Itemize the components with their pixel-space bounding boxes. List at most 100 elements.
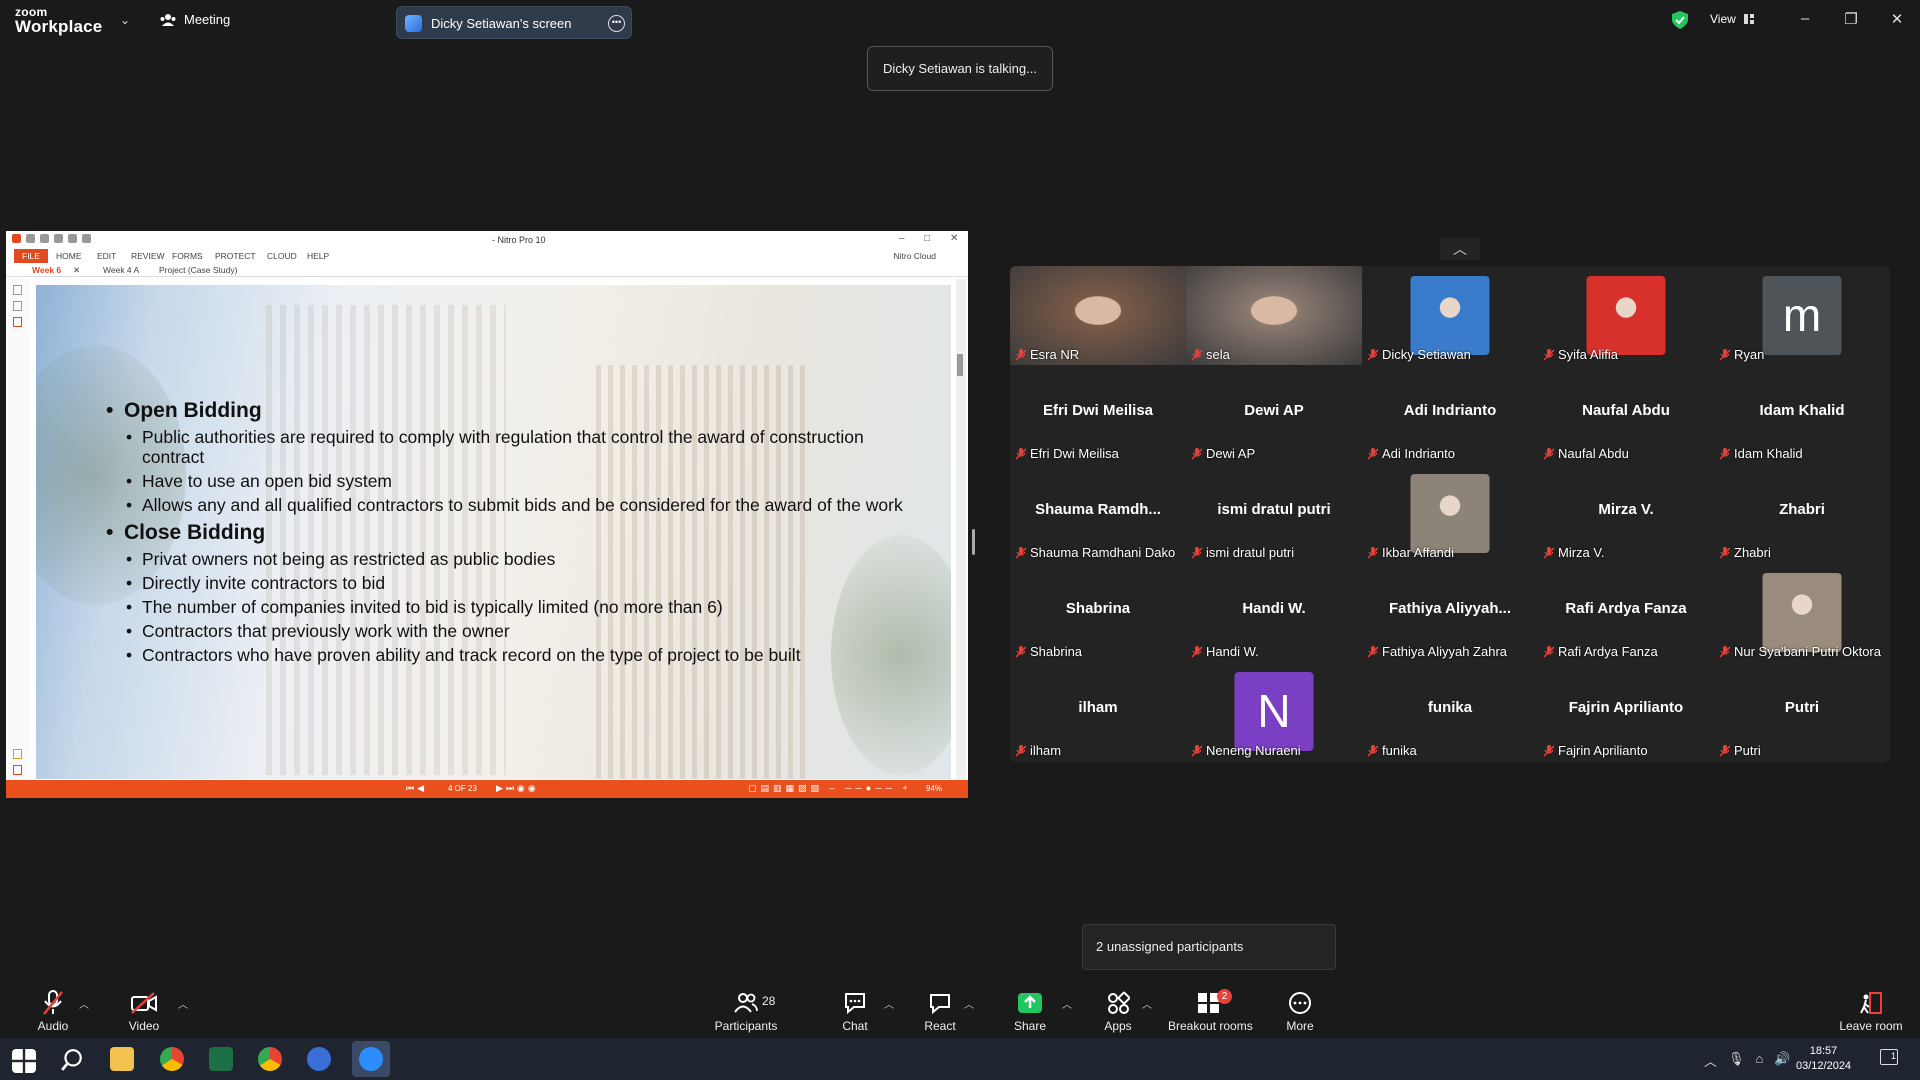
participant-tile[interactable]: Efri Dwi Meilisa Efri Dwi Meilisa [1010, 365, 1186, 464]
participant-tile[interactable]: Putri Putri [1714, 662, 1890, 761]
participant-tile[interactable]: Dicky Setiawan [1362, 266, 1538, 365]
participant-tile[interactable]: Adi Indrianto Adi Indrianto [1362, 365, 1538, 464]
participant-tile[interactable]: Shabrina Shabrina [1010, 563, 1186, 662]
apps-button[interactable]: Apps [1098, 990, 1138, 1033]
meeting-icon [160, 13, 176, 26]
quick-access-toolbar [12, 234, 91, 243]
browser-icon[interactable] [307, 1047, 331, 1071]
mic-muted-icon [1192, 348, 1202, 361]
participant-tile[interactable]: Handi W. Handi W. [1186, 563, 1362, 662]
audio-button[interactable]: Audio [33, 990, 73, 1033]
meeting-button[interactable]: Meeting [160, 12, 230, 27]
participant-tile[interactable]: sela [1186, 266, 1362, 365]
mic-muted-icon [1016, 546, 1026, 559]
signatures-icon [13, 765, 22, 775]
participant-tile[interactable]: Fajrin Aprilianto Fajrin Aprilianto [1538, 662, 1714, 761]
participant-tile[interactable]: Fathiya Aliyyah... Fathiya Aliyyah Zahra [1362, 563, 1538, 662]
volume-icon[interactable]: 🔊 [1774, 1051, 1790, 1070]
chat-button[interactable]: Chat [835, 990, 875, 1033]
participant-display-name: Efri Dwi Meilisa [1042, 402, 1154, 419]
share-options-chevron-icon[interactable]: ︿ [1062, 996, 1072, 1011]
video-options-chevron-icon[interactable]: ︿ [178, 996, 188, 1011]
split-view-handle[interactable] [972, 529, 975, 555]
clock-time: 18:57 [1809, 1045, 1838, 1057]
redo-icon [82, 234, 91, 243]
audio-options-chevron-icon[interactable]: ︿ [79, 996, 89, 1011]
screen-share-pill[interactable]: Dicky Setiawan's screen ••• [396, 6, 632, 39]
notification-center-icon[interactable]: 1 [1880, 1049, 1898, 1065]
participant-tile[interactable]: Esra NR [1010, 266, 1186, 365]
restore-icon[interactable]: ❐ [1841, 10, 1861, 28]
chrome-profile-icon[interactable] [258, 1047, 282, 1071]
participant-display-name: Fathiya Aliyyah... [1389, 600, 1511, 617]
chevron-down-icon[interactable]: ⌄ [120, 13, 130, 27]
view-button[interactable]: View [1710, 12, 1754, 26]
participant-tile[interactable]: ilham ilham [1010, 662, 1186, 761]
react-options-chevron-icon[interactable]: ︿ [964, 996, 974, 1011]
participant-tile[interactable]: Naufal Abdu Naufal Abdu [1538, 365, 1714, 464]
participant-avatar [1762, 573, 1842, 652]
video-button[interactable]: Video [124, 990, 164, 1033]
participant-name: Handi W. [1206, 644, 1259, 659]
more-label: More [1286, 1019, 1314, 1033]
shared-screen[interactable]: - Nitro Pro 10 – □ ✕ FILE HOME EDIT REVI… [6, 231, 968, 798]
share-button[interactable]: Share [1010, 990, 1050, 1033]
participant-tile[interactable]: funika funika [1362, 662, 1538, 761]
apps-label: Apps [1104, 1019, 1132, 1033]
mic-muted-icon [1016, 744, 1026, 757]
chrome-icon[interactable] [160, 1047, 184, 1071]
participant-tile[interactable]: Mirza V. Mirza V. [1538, 464, 1714, 563]
participant-tile[interactable]: Rafi Ardya Fanza Rafi Ardya Fanza [1538, 563, 1714, 662]
participant-tile[interactable]: Nur Sya'bani Putri Oktora [1714, 563, 1890, 662]
react-heart-icon [930, 994, 950, 1014]
participant-name: Dewi AP [1206, 446, 1256, 461]
unassigned-participants-notice[interactable]: 2 unassigned participants [1082, 924, 1336, 970]
apps-options-chevron-icon[interactable]: ︿ [1142, 996, 1152, 1011]
participant-name-tag: Efri Dwi Meilisa [1016, 446, 1119, 461]
close-icon[interactable]: ✕ [1887, 10, 1907, 28]
system-clock[interactable]: 18:57 03/12/2024 [1796, 1044, 1851, 1074]
windows-taskbar: ︿ 🎙 ⌂ 🔊 18:57 03/12/2024 1 [0, 1038, 1920, 1080]
participant-name-tag: Dewi AP [1192, 446, 1255, 461]
leave-room-icon [1860, 992, 1882, 1014]
mic-muted-icon [1720, 348, 1730, 361]
search-icon[interactable] [60, 1048, 84, 1072]
excel-icon[interactable] [209, 1047, 233, 1071]
react-button[interactable]: React [920, 990, 960, 1033]
chat-options-chevron-icon[interactable]: ︿ [884, 996, 894, 1011]
participant-display-name: ismi dratul putri [1217, 501, 1331, 518]
participant-tile[interactable]: Ikbar Affandi [1362, 464, 1538, 563]
participant-tile[interactable]: ismi dratul putri ismi dratul putri [1186, 464, 1362, 563]
participant-tile[interactable]: N Neneng Nuraeni [1186, 662, 1362, 761]
participant-tile[interactable]: Syifa Alifia [1538, 266, 1714, 365]
participant-name: Nur Sya'bani Putri Oktora [1734, 644, 1881, 659]
leave-room-button[interactable]: Leave room [1838, 990, 1904, 1033]
participant-tile[interactable]: Shauma Ramdh... Shauma Ramdhani Dako [1010, 464, 1186, 563]
participant-tile[interactable]: Dewi AP Dewi AP [1186, 365, 1362, 464]
breakout-rooms-button[interactable]: Breakout rooms [1168, 990, 1253, 1033]
participant-tile[interactable]: Zhabri Zhabri [1714, 464, 1890, 563]
mic-muted-icon [43, 990, 63, 1015]
windows-start-icon[interactable] [12, 1049, 36, 1073]
encryption-shield-icon[interactable] [1672, 11, 1688, 29]
breakout-rooms-badge: 2 [1217, 989, 1232, 1004]
nitro-logo-icon [12, 234, 21, 243]
doc-tab-project: Project (Case Study) [159, 265, 238, 275]
minimize-icon[interactable]: – [1795, 10, 1815, 27]
zoom-level: 94% [926, 784, 943, 793]
participant-name: Ikbar Affandi [1382, 545, 1455, 560]
ribbon-file: FILE [14, 249, 48, 263]
meeting-toolbar: Audio ︿ Video ︿ Participants 28 Chat ︿ R… [0, 980, 1920, 1038]
pages-icon [13, 285, 22, 295]
zoom-taskbar-icon[interactable] [352, 1041, 390, 1077]
participant-tile[interactable]: Idam Khalid Idam Khalid [1714, 365, 1890, 464]
more-button[interactable]: More [1280, 990, 1320, 1033]
tray-expand-icon[interactable]: ︿ [1704, 1051, 1717, 1070]
microphone-icon[interactable]: 🎙 [1728, 1051, 1745, 1070]
network-icon[interactable]: ⌂ [1756, 1051, 1764, 1070]
gallery-scroll-up-icon[interactable]: ︿ [1440, 238, 1480, 260]
participant-display-name: Naufal Abdu [1582, 402, 1670, 419]
file-explorer-icon[interactable] [110, 1047, 134, 1071]
more-options-icon[interactable]: ••• [608, 15, 625, 32]
participant-tile[interactable]: m Ryan [1714, 266, 1890, 365]
